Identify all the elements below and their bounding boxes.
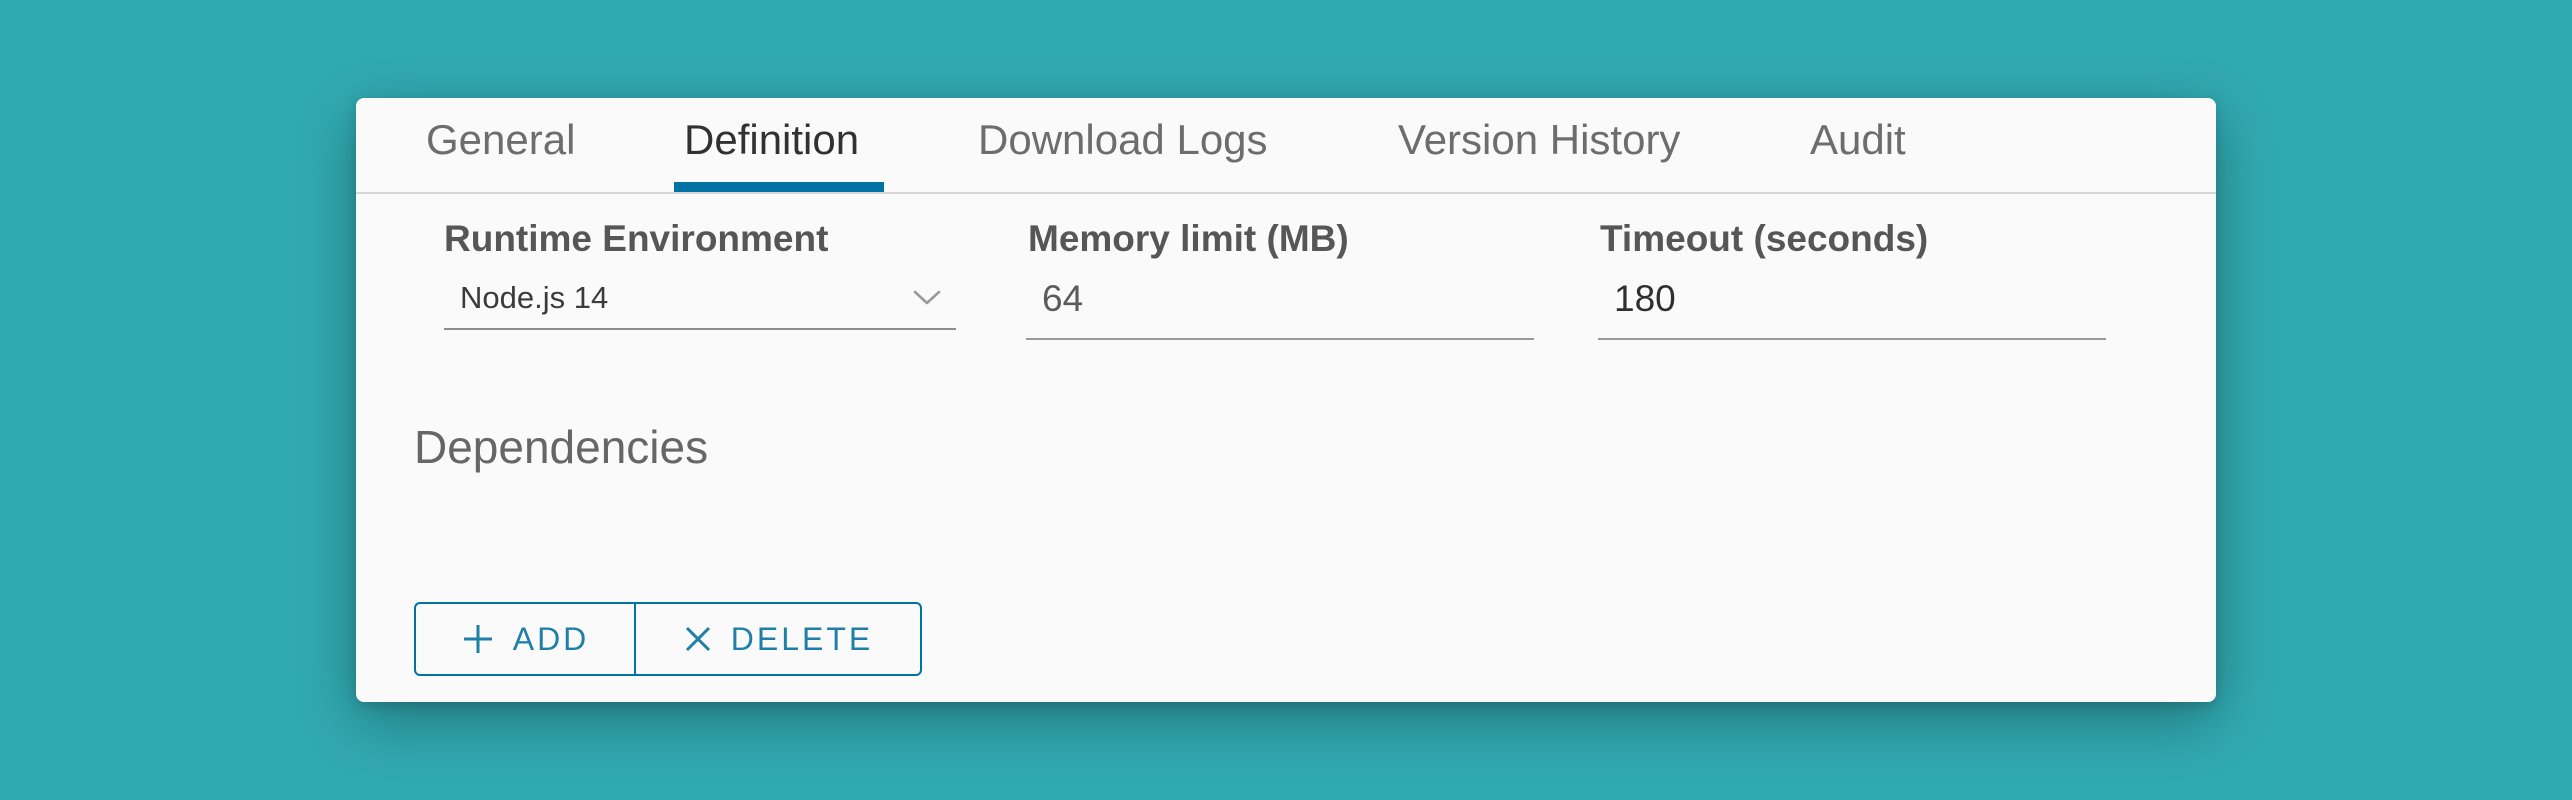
delete-dependency-button[interactable]: DELETE (636, 604, 920, 674)
tab-definition[interactable]: Definition (684, 116, 859, 192)
runtime-environment-select[interactable]: Node.js 14 (444, 278, 956, 330)
timeout-input[interactable] (1598, 272, 2106, 340)
memory-limit-input[interactable] (1026, 272, 1534, 340)
runtime-environment-label: Runtime Environment (444, 218, 829, 259)
dependencies-title: Dependencies (414, 421, 709, 473)
tab-version-history[interactable]: Version History (1398, 116, 1680, 192)
plus-icon (461, 622, 495, 656)
function-definition-panel: General Definition Download Logs Version… (356, 98, 2216, 702)
runtime-environment-value: Node.js 14 (460, 280, 609, 315)
close-icon (683, 624, 713, 654)
add-dependency-button[interactable]: ADD (416, 604, 636, 674)
memory-limit-label: Memory limit (MB) (1028, 218, 1349, 259)
tab-audit[interactable]: Audit (1810, 116, 1906, 192)
tab-general[interactable]: General (426, 116, 575, 192)
tab-download-logs[interactable]: Download Logs (978, 116, 1268, 192)
dependencies-button-group: ADD DELETE (414, 602, 922, 676)
chevron-down-icon (910, 285, 944, 311)
timeout-label: Timeout (seconds) (1600, 218, 1929, 259)
tab-bar: General Definition Download Logs Version… (356, 98, 2216, 194)
add-button-label: ADD (512, 620, 590, 657)
delete-button-label: DELETE (730, 620, 874, 657)
active-tab-indicator (674, 182, 884, 192)
